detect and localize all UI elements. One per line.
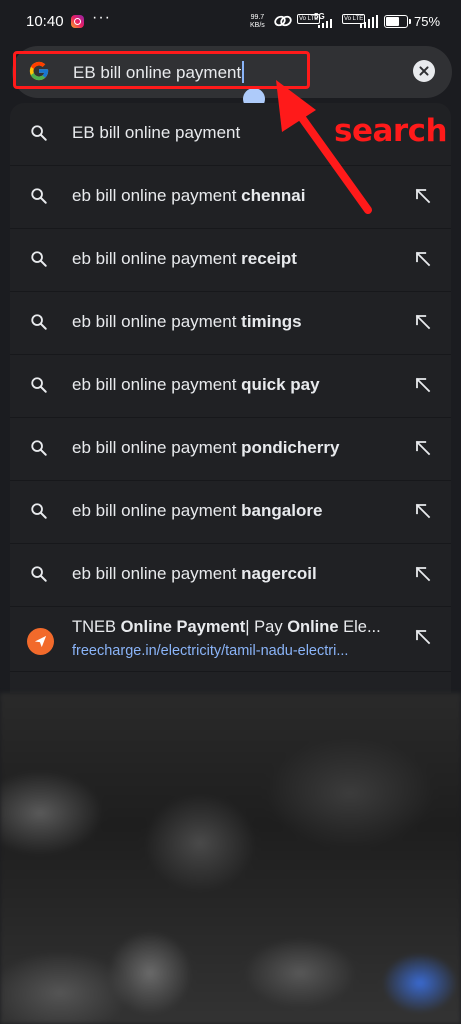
search-icon [30, 565, 48, 583]
search-icon [30, 250, 48, 268]
site-title-part: Online Payment [120, 618, 246, 636]
fill-query-arrow-icon[interactable] [414, 376, 432, 394]
fill-query-arrow-icon[interactable] [414, 502, 432, 520]
search-icon [30, 313, 48, 331]
suggestion-text: eb bill online payment receipt [72, 249, 297, 269]
fill-query-arrow-icon[interactable] [414, 628, 432, 646]
fill-query-arrow-icon[interactable] [414, 439, 432, 457]
more-notifications-icon: ··· [92, 9, 111, 26]
suggestion-prefix: eb bill online payment [72, 438, 242, 457]
suggestion-text: eb bill online payment nagercoil [72, 564, 317, 584]
site-title-part: Online [287, 618, 339, 636]
suggestion-completion: nagercoil [241, 564, 317, 583]
suggestion-item[interactable]: eb bill online payment nagercoil [10, 544, 451, 607]
status-bar: 10:40 ··· 99.7 KB/s Vo LTE 5G Vo LTE 75% [0, 0, 461, 44]
network-speed: 99.7 KB/s [250, 14, 265, 30]
suggestion-text: eb bill online payment pondicherry [72, 438, 339, 458]
fill-query-arrow-icon[interactable] [414, 313, 432, 331]
signal-strength-icon-1 [316, 15, 332, 28]
suggestion-item[interactable]: eb bill online payment quick pay [10, 355, 451, 418]
search-icon [30, 376, 48, 394]
site-title: TNEB Online Payment| Pay Online Ele... [72, 618, 397, 637]
search-icon [30, 124, 48, 142]
suggestion-prefix: eb bill online payment [72, 186, 242, 205]
blurred-background [0, 693, 461, 1024]
suggestion-prefix: EB bill online payment [72, 123, 241, 142]
fill-query-arrow-icon[interactable] [414, 565, 432, 583]
search-icon [30, 439, 48, 457]
suggestion-item[interactable]: eb bill online payment bangalore [10, 481, 451, 544]
hotspot-link-icon [274, 15, 292, 27]
clear-button[interactable] [413, 60, 435, 82]
suggestion-prefix: eb bill online payment [72, 312, 242, 331]
suggestion-prefix: eb bill online payment [72, 501, 242, 520]
site-title-part: Ele... [338, 618, 381, 636]
suggestion-prefix: eb bill online payment [72, 249, 242, 268]
suggestion-completion: bangalore [241, 501, 323, 520]
suggestion-text: eb bill online payment timings [72, 312, 302, 332]
site-suggestion[interactable]: TNEB Online Payment| Pay Online Ele... fr… [10, 607, 451, 672]
suggestion-completion: timings [241, 312, 302, 331]
highlight-box [13, 51, 310, 89]
battery-icon [384, 15, 411, 28]
site-title-part: TNEB [72, 618, 121, 636]
status-time: 10:40 [26, 13, 64, 30]
fill-query-arrow-icon[interactable] [414, 250, 432, 268]
suggestions-list: EB bill online payment eb bill online pay… [10, 103, 451, 693]
suggestion-text: eb bill online payment chennai [72, 186, 305, 206]
suggestion-completion: chennai [241, 186, 306, 205]
suggestion-text: eb bill online payment bangalore [72, 501, 322, 521]
site-title-part: | Pay [245, 618, 288, 636]
fill-query-arrow-icon[interactable] [414, 187, 432, 205]
site-url: freecharge.in/electricity/tamil-nadu-ele… [72, 643, 349, 659]
search-icon [30, 502, 48, 520]
suggestion-item[interactable]: eb bill online payment receipt [10, 229, 451, 292]
network-speed-value: 99.7 [250, 14, 265, 21]
suggestion-text: eb bill online payment quick pay [72, 375, 320, 395]
suggestion-prefix: eb bill online payment [72, 375, 242, 394]
suggestion-prefix: eb bill online payment [72, 564, 242, 583]
suggestion-item[interactable]: eb bill online payment chennai [10, 166, 451, 229]
suggestion-completion: quick pay [241, 375, 320, 394]
battery-percent: 75% [414, 14, 441, 29]
instagram-notification-icon [71, 15, 84, 28]
suggestion-completion: receipt [241, 249, 297, 268]
suggestion-item[interactable]: eb bill online payment timings [10, 292, 451, 355]
network-speed-unit: KB/s [250, 22, 265, 29]
annotation-label: search [334, 113, 448, 149]
suggestion-item[interactable]: eb bill online payment pondicherry [10, 418, 451, 481]
suggestion-text: EB bill online payment [72, 123, 240, 143]
suggestion-completion: pondicherry [241, 438, 340, 457]
signal-strength-icon-2 [360, 15, 378, 28]
search-icon [30, 187, 48, 205]
freecharge-icon [27, 628, 54, 655]
